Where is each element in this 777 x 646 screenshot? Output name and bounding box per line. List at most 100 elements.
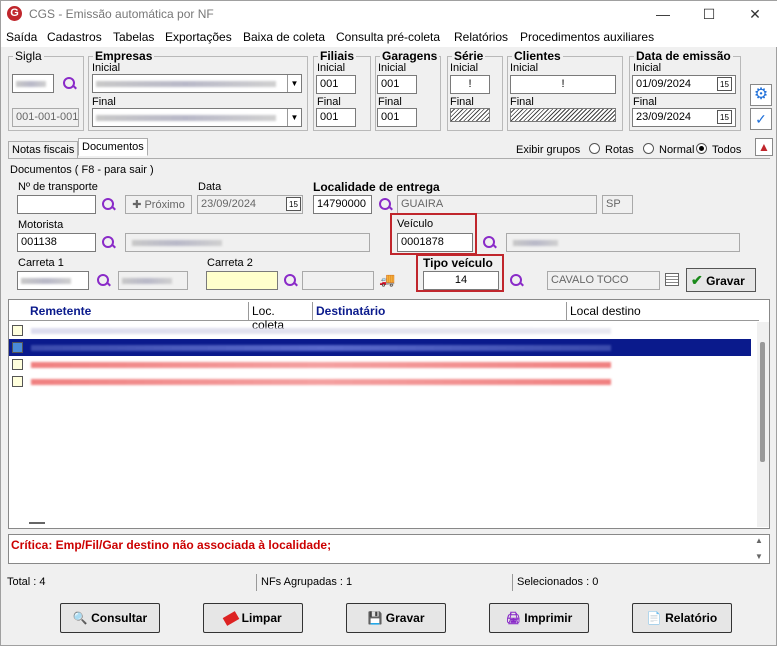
menu-exportacoes[interactable]: Exportações <box>165 30 232 44</box>
sigla-search-icon[interactable] <box>62 76 76 90</box>
header-loc-coleta[interactable]: Loc. coleta <box>249 302 313 332</box>
cliente-final-input[interactable] <box>510 108 616 122</box>
menu-saida[interactable]: Saída <box>6 30 37 44</box>
motorista-search-icon[interactable] <box>101 235 115 249</box>
radio-rotas[interactable] <box>589 143 600 154</box>
calendar-icon[interactable]: 15 <box>717 77 732 91</box>
row-checkbox[interactable] <box>12 359 23 370</box>
relatorio-button[interactable]: 📄 Relatório <box>632 603 732 633</box>
radio-todos[interactable] <box>696 143 707 154</box>
serie-final-input[interactable] <box>450 108 490 122</box>
localidade-code-input[interactable]: 14790000 <box>313 195 372 214</box>
header-destinatario[interactable]: Destinatário <box>313 302 567 320</box>
proximo-button[interactable]: ✚ Próximo <box>125 195 192 214</box>
section-title: Documentos ( F8 - para sair ) <box>10 164 154 176</box>
menu-consulta[interactable]: Consulta pré-coleta <box>336 30 440 44</box>
exibir-grupos-label: Exibir grupos <box>516 144 581 156</box>
chevron-down-icon[interactable]: ▼ <box>287 109 301 126</box>
garagem-inicial-input[interactable]: 001 <box>377 75 417 94</box>
transporte-search-icon[interactable] <box>101 197 115 211</box>
status-total: Total : 4 <box>3 574 257 591</box>
row-checkbox[interactable] <box>12 325 23 336</box>
maximize-button[interactable]: ☐ <box>691 3 727 25</box>
cliente-inicial-input[interactable]: ! <box>510 75 616 94</box>
carreta2-search-icon[interactable] <box>283 273 297 287</box>
empresa-final-select[interactable]: ▼ <box>92 108 302 127</box>
carreta2-input[interactable] <box>206 271 278 290</box>
status-selecionados: Selecionados : 0 <box>517 576 599 588</box>
motorista-input[interactable]: 001138 <box>17 233 96 252</box>
error-scroll-down[interactable]: ▼ <box>755 552 763 561</box>
header-remetente[interactable]: Remetente <box>27 302 249 320</box>
gravar-form-button[interactable]: ✔ Gravar <box>686 268 756 292</box>
tipo-veiculo-highlight <box>416 254 504 292</box>
transporte-input[interactable] <box>17 195 96 214</box>
tipo-veiculo-search-icon[interactable] <box>509 273 523 287</box>
limpar-button[interactable]: Limpar <box>203 603 303 633</box>
carreta2-desc <box>302 271 374 290</box>
documents-grid[interactable]: Remetente Loc. coleta Destinatário Local… <box>8 299 770 529</box>
save-icon: 💾 <box>367 611 383 625</box>
app-logo: G <box>7 6 22 21</box>
carreta1-desc <box>118 271 188 290</box>
document-icon: 📄 <box>646 611 662 625</box>
grid-scrollbar[interactable] <box>757 322 769 527</box>
row-checkbox[interactable] <box>12 342 23 353</box>
arrow-up-icon[interactable]: ▲ <box>755 138 773 156</box>
row-checkbox[interactable] <box>12 376 23 387</box>
filial-final-input[interactable]: 001 <box>316 108 356 127</box>
header-local-destino[interactable]: Local destino <box>567 302 757 320</box>
calendar-icon[interactable]: 15 <box>286 197 301 211</box>
veiculo-highlight <box>390 213 477 255</box>
uf-field: SP <box>602 195 633 214</box>
error-message: Crítica: Emp/Fil/Gar destino não associa… <box>11 538 332 552</box>
consultar-button[interactable]: 🔍 Consultar <box>60 603 160 633</box>
printer-icon: 🖨 <box>505 611 521 625</box>
grid-icon[interactable] <box>665 273 679 286</box>
carreta1-input[interactable] <box>17 271 89 290</box>
menu-relatorios[interactable]: Relatórios <box>454 30 508 44</box>
tab-notas-fiscais[interactable]: Notas fiscais <box>8 141 79 159</box>
table-row[interactable] <box>9 322 751 339</box>
garagem-final-input[interactable]: 001 <box>377 108 417 127</box>
radio-normal[interactable] <box>643 143 654 154</box>
menu-baixa[interactable]: Baixa de coleta <box>243 30 325 44</box>
table-row-selected[interactable] <box>9 339 751 356</box>
window-title: CGS - Emissão automática por NF <box>29 7 214 21</box>
close-button[interactable]: ✕ <box>737 3 773 25</box>
chevron-down-icon[interactable]: ▼ <box>287 75 301 92</box>
title-bar: G CGS - Emissão automática por NF — ☐ ✕ <box>1 1 777 27</box>
localidade-name: GUAIRA <box>397 195 597 214</box>
filial-inicial-input[interactable]: 001 <box>316 75 356 94</box>
gravar-button[interactable]: 💾 Gravar <box>346 603 446 633</box>
calendar-icon[interactable]: 15 <box>717 110 732 124</box>
error-scroll-up[interactable]: ▲ <box>755 536 763 545</box>
sigla-value: 001-001-001 <box>12 108 79 127</box>
veiculo-desc <box>506 233 740 252</box>
sigla-input[interactable] <box>12 74 54 93</box>
settings-gear-icon[interactable]: ⚙ <box>750 84 772 106</box>
menu-procedimentos[interactable]: Procedimentos auxiliares <box>520 30 654 44</box>
menu-tabelas[interactable]: Tabelas <box>113 30 154 44</box>
localidade-search-icon[interactable] <box>378 197 392 211</box>
menu-cadastros[interactable]: Cadastros <box>47 30 102 44</box>
eraser-icon <box>223 611 240 627</box>
menu-bar: Saída Cadastros Tabelas Exportações Baix… <box>1 27 777 47</box>
truck-icon: 🚚 <box>379 272 396 287</box>
search-icon: 🔍 <box>72 611 88 625</box>
app-window: G CGS - Emissão automática por NF — ☐ ✕ … <box>0 0 777 646</box>
imprimir-button[interactable]: 🖨 Imprimir <box>489 603 589 633</box>
carreta1-search-icon[interactable] <box>96 273 110 287</box>
status-agrupadas: NFs Agrupadas : 1 <box>257 574 513 591</box>
veiculo-search-icon[interactable] <box>482 235 496 249</box>
check-icon[interactable]: ✓ <box>750 108 772 130</box>
motorista-name <box>125 233 370 252</box>
serie-inicial-input[interactable]: ! <box>450 75 490 94</box>
minimize-button[interactable]: — <box>645 3 681 25</box>
empresa-inicial-select[interactable]: ▼ <box>92 74 302 93</box>
tab-documentos[interactable]: Documentos <box>78 138 148 156</box>
table-row[interactable] <box>9 356 751 373</box>
table-row[interactable] <box>9 373 751 390</box>
tipo-veiculo-desc: CAVALO TOCO <box>547 271 660 290</box>
grid-splitter[interactable] <box>29 522 45 524</box>
